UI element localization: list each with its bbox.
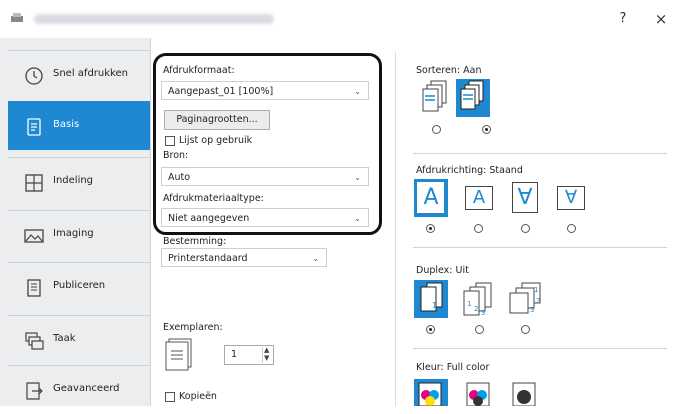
duplex-value: Uit bbox=[455, 265, 469, 276]
booklet-icon bbox=[27, 279, 41, 297]
chevron-down-icon: ⌄ bbox=[312, 254, 319, 263]
sidebar: Snel afdrukken Basis Indeling Imaging Pu… bbox=[0, 38, 151, 406]
sidebar-item-geavanceerd[interactable]: Geavanceerd bbox=[8, 365, 150, 414]
orientation-portrait-rotated-radio[interactable] bbox=[521, 224, 530, 233]
orientation-landscape-option[interactable]: A bbox=[462, 179, 496, 217]
svg-text:1: 1 bbox=[467, 300, 471, 308]
collate-on-icon bbox=[460, 80, 484, 110]
orientation-landscape-rotated-radio[interactable] bbox=[567, 224, 576, 233]
svg-text:1: 1 bbox=[432, 301, 437, 310]
black-white-icon[interactable] bbox=[508, 379, 542, 406]
sidebar-item-indeling[interactable]: Indeling bbox=[8, 157, 150, 206]
svg-text:3: 3 bbox=[530, 306, 534, 314]
highlight-frame bbox=[153, 53, 382, 235]
sidebar-item-basis[interactable]: Basis bbox=[8, 101, 150, 150]
section-divider bbox=[413, 153, 667, 154]
stepper-down-icon[interactable]: ▼ bbox=[264, 354, 269, 362]
sidebar-item-taak[interactable]: Taak bbox=[8, 315, 150, 364]
auto-color-icon[interactable] bbox=[462, 379, 496, 406]
svg-text:1: 1 bbox=[534, 286, 538, 294]
duplex-long-edge-radio[interactable] bbox=[475, 325, 484, 334]
close-button[interactable]: × bbox=[650, 9, 672, 29]
sidebar-item-label: Snel afdrukken bbox=[53, 68, 128, 79]
sidebar-item-label: Imaging bbox=[53, 228, 94, 239]
svg-text:2: 2 bbox=[536, 297, 540, 305]
sidebar-item-label: Publiceren bbox=[53, 280, 106, 291]
orientation-portrait-option[interactable]: A bbox=[414, 179, 448, 217]
collate-off-radio[interactable] bbox=[432, 125, 441, 134]
orientation-landscape-radio[interactable] bbox=[474, 224, 483, 233]
duplex-short-edge-radio[interactable] bbox=[521, 325, 530, 334]
collate-copies-checkbox[interactable] bbox=[165, 392, 175, 402]
sidebar-item-imaging[interactable]: Imaging bbox=[8, 210, 150, 259]
landscape-glyph: A bbox=[472, 187, 486, 208]
sidebar-item-label: Basis bbox=[53, 119, 80, 130]
collate-copies-label: Kopieën bbox=[179, 391, 217, 402]
window-title-blurred bbox=[34, 14, 274, 24]
copies-label: Exemplaren: bbox=[163, 322, 223, 333]
image-icon bbox=[24, 229, 44, 243]
svg-text:2: 2 bbox=[474, 305, 478, 313]
sidebar-item-publiceren[interactable]: Publiceren bbox=[8, 262, 150, 311]
collate-value: Aan bbox=[463, 65, 482, 76]
sidebar-item-label: Taak bbox=[53, 333, 76, 344]
color-value: Full color bbox=[446, 362, 490, 373]
orientation-portrait-radio[interactable] bbox=[426, 224, 435, 233]
orientation-label: Afdrukrichting: Staand bbox=[416, 165, 523, 176]
collate-off-icon[interactable] bbox=[419, 79, 453, 117]
collate-label: Sorteren: Aan bbox=[416, 65, 482, 76]
svg-text:3: 3 bbox=[481, 309, 485, 317]
job-stack-icon bbox=[25, 332, 44, 350]
clock-icon bbox=[25, 67, 43, 85]
orientation-portrait-rotated-option[interactable]: ∀ bbox=[508, 179, 542, 217]
sidebar-item-snel-afdrukken[interactable]: Snel afdrukken bbox=[8, 50, 150, 99]
sidebar-item-label: Geavanceerd bbox=[53, 383, 120, 394]
duplex-label: Duplex: Uit bbox=[416, 265, 469, 276]
orientation-value: Staand bbox=[489, 165, 523, 176]
landscape-rotated-glyph: ∀ bbox=[564, 187, 578, 208]
destination-select[interactable]: Printerstandaard ⌄ bbox=[161, 248, 327, 267]
stepper-up-icon[interactable]: ▲ bbox=[264, 346, 269, 354]
svg-text:2: 2 bbox=[438, 308, 442, 316]
collate-on-radio[interactable] bbox=[482, 125, 491, 134]
help-button[interactable]: ? bbox=[612, 9, 634, 29]
copies-stack-icon bbox=[165, 338, 192, 371]
sidebar-item-label: Indeling bbox=[53, 175, 94, 186]
orientation-landscape-rotated-option[interactable]: ∀ bbox=[554, 179, 588, 217]
duplex-long-edge-icon[interactable]: 1 2 3 bbox=[462, 280, 498, 318]
title-bar: ? × bbox=[0, 0, 678, 38]
copies-stepper[interactable]: 1 ▲ ▼ bbox=[224, 345, 274, 365]
layout-grid-icon bbox=[25, 174, 43, 192]
portrait-rotated-glyph: ∀ bbox=[517, 185, 533, 210]
column-divider bbox=[395, 52, 396, 406]
duplex-short-edge-icon[interactable]: 1 2 3 bbox=[508, 280, 544, 318]
duplex-off-icon: 1 2 bbox=[420, 282, 443, 316]
portrait-glyph: A bbox=[423, 185, 439, 210]
duplex-off-option[interactable]: 1 2 bbox=[414, 280, 448, 318]
color-label: Kleur: Full color bbox=[416, 362, 490, 373]
advanced-icon bbox=[26, 382, 43, 400]
printer-app-icon bbox=[11, 13, 23, 22]
color-full-option[interactable] bbox=[414, 379, 448, 406]
duplex-off-radio[interactable] bbox=[426, 325, 435, 334]
copies-value: 1 bbox=[231, 349, 238, 360]
document-icon bbox=[27, 118, 41, 136]
section-divider bbox=[413, 348, 667, 349]
destination-value: Printerstandaard bbox=[168, 253, 248, 264]
full-color-icon bbox=[418, 382, 442, 406]
section-divider bbox=[413, 247, 667, 248]
collate-on-option[interactable] bbox=[456, 79, 490, 117]
destination-label: Bestemming: bbox=[163, 236, 227, 247]
